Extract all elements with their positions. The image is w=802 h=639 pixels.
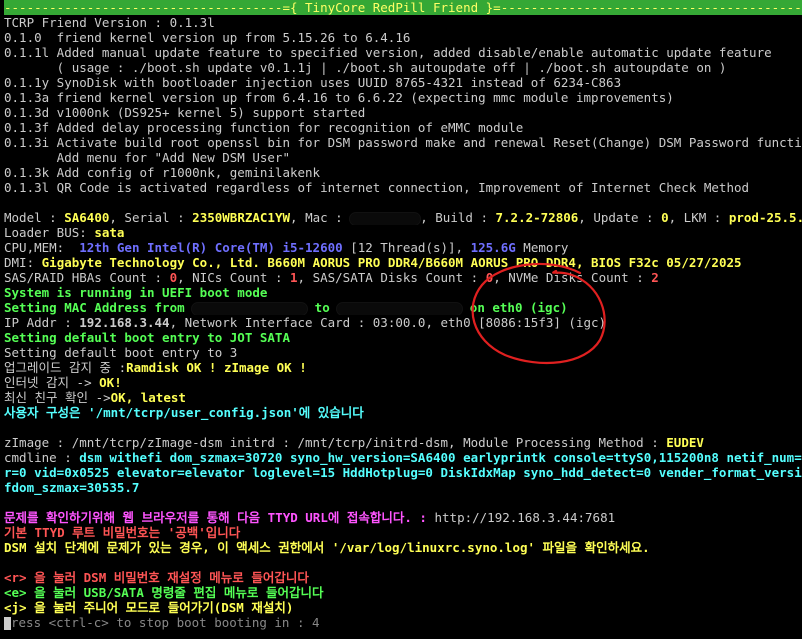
web-notice-line: 문제를 확인하기위해 웹 브라우저를 통해 다음 TTYD URL에 접속합니다… — [4, 510, 616, 525]
uefi-line: System is running in UEFI boot mode — [4, 285, 268, 300]
nvme-count: 2 — [651, 270, 659, 285]
zimage-line: zImage : /mnt/tcrp/zImage-dsm initrd : /… — [4, 435, 704, 450]
ip-line: IP Addr : 192.168.3.44, Network Interfac… — [4, 315, 607, 330]
boot-entry-line: Setting default boot entry to JOT SATA — [4, 330, 290, 345]
ttyd-url[interactable]: http://192.168.3.44:7681 — [435, 510, 616, 525]
dmi-line: DMI: Gigabyte Technology Co., Ltd. B660M… — [4, 255, 742, 270]
latest-value: OK, latest — [110, 390, 186, 405]
serial-value: 2350WBRZAC1YW — [192, 210, 291, 225]
cmdline-line: cmdline : dsm withefi dom_szmax=30720 sy… — [4, 450, 802, 465]
redacted-mac-to — [337, 302, 463, 315]
build-value: 7.2.2-72806 — [495, 210, 579, 225]
nic-count: 1 — [290, 270, 298, 285]
lkm-value: prod-25.5.28 — [728, 210, 802, 225]
latest-line: 최신 친구 확인 ->OK, latest — [4, 390, 186, 405]
dsm-log-line: DSM 설치 단계에 문제가 있는 경우, 이 액세스 권한에서 '/var/l… — [4, 540, 650, 555]
dmi-value: Gigabyte Technology Co., Ltd. B660M AORU… — [41, 255, 742, 270]
changelog-line: 0.1.1l Added manual update feature to sp… — [4, 45, 772, 60]
menu-option-j: <j> 을 눌러 주니어 모드로 들어가기(DSM 재설치) — [4, 600, 294, 615]
menu-option-e: <e> 을 눌러 USB/SATA 명령줄 편집 메뉴로 들어갑니다 — [4, 585, 324, 600]
changelog-line: ( usage : ./boot.sh update v0.1.1j | ./b… — [4, 60, 727, 75]
changelog-line: 0.1.3d v1000nk (DS925+ kernel 5) support… — [4, 105, 366, 120]
cpu-value: 12th Gen Intel(R) Core(TM) i5-12600 — [79, 240, 343, 255]
menu-option-r: <r> 을 눌러 DSM 비밀번호 재설정 메뉴로 들어갑니다 — [4, 570, 309, 585]
hba-count: 0 — [169, 270, 178, 285]
model-line: Model : SA6400, Serial : 2350WBRZAC1YW, … — [4, 210, 802, 225]
changelog-line: 0.1.1y SynoDisk with bootloader injectio… — [4, 75, 622, 90]
internet-value: OK! — [99, 375, 122, 390]
changelog-line: 0.1.3k Add config of r1000nk, geminilake… — [4, 165, 321, 180]
changelog-line: 0.1.0 friend kernel version up from 5.15… — [4, 30, 411, 45]
update-value: 0 — [661, 210, 669, 225]
counts-line: SAS/RAID HBAs Count : 0, NICs Count : 1,… — [4, 270, 659, 285]
cursor-block — [4, 617, 11, 630]
mac-setting-line: Setting MAC Address from to on eth0 (igc… — [4, 300, 568, 315]
changelog-line: 0.1.3i Activate build root openssl bin f… — [4, 135, 802, 150]
changelog-line: Add menu for "Add New DSM User" — [4, 150, 290, 165]
redacted-mac-from — [192, 302, 308, 315]
cmdline-line: r=0 vid=0x0525 elevator=elevator logleve… — [4, 465, 802, 480]
upgrade-line: 업그레이드 감지 중 :Ramdisk OK ! zImage OK ! — [4, 360, 307, 375]
changelog-line: 0.1.3l QR Code is activated regardless o… — [4, 180, 750, 195]
version-line: TCRP Friend Version : 0.1.3l — [4, 15, 215, 30]
redacted-mac — [350, 212, 421, 225]
model-value: SA6400 — [64, 210, 110, 225]
loader-bus-line: Loader BUS: sata — [4, 225, 125, 240]
module-method-value: EUDEV — [666, 435, 704, 450]
mem-value: 125.6G — [470, 240, 516, 255]
upgrade-value: Ramdisk OK ! zImage OK ! — [126, 360, 307, 375]
terminal-window[interactable]: -------------------------------------={ … — [0, 0, 802, 639]
changelog-line: 0.1.3f Added delay processing function f… — [4, 120, 524, 135]
boot-prompt[interactable]: ress <ctrl-c> to stop boot booting in : … — [4, 615, 802, 630]
ttyd-password-line: 기본 TTYD 루트 비밀번호는 '공백'입니다 — [4, 525, 241, 540]
user-config-line: 사용자 구성은 '/mnt/tcrp/user_config.json'에 있습… — [4, 405, 364, 420]
loader-bus-value: sata — [94, 225, 125, 240]
banner: -------------------------------------={ … — [4, 0, 802, 15]
ip-value: 192.168.3.44 — [79, 315, 170, 330]
cpu-line: CPU,MEM: 12th Gen Intel(R) Core(TM) i5-1… — [4, 240, 569, 255]
internet-line: 인터넷 감지 -> OK! — [4, 375, 122, 390]
boot-entry-line: Setting default boot entry to 3 — [4, 345, 238, 360]
changelog-line: 0.1.3a friend kernel version up from 6.4… — [4, 90, 674, 105]
cmdline-line: fdom_szmax=30535.7 — [4, 480, 140, 495]
